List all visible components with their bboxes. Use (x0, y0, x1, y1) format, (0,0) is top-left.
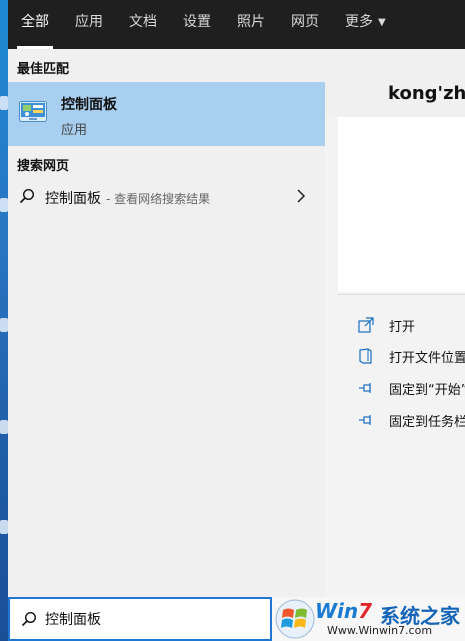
tab-label: 文档 (129, 14, 157, 30)
tab-label: 设置 (183, 14, 211, 30)
watermark-brand-prefix: Win (315, 599, 359, 623)
action-open[interactable]: 打开 (358, 314, 465, 336)
search-icon (19, 188, 35, 204)
desktop-background-strip (0, 0, 8, 641)
tab-web[interactable]: 网页 (278, 0, 332, 49)
action-label: 固定到任务栏 (389, 415, 465, 430)
pin-icon (359, 415, 371, 425)
file-location-icon (359, 348, 372, 364)
action-label: 固定到“开始”屏幕 (389, 383, 465, 398)
search-input[interactable] (45, 607, 245, 631)
chevron-right-icon (297, 189, 306, 203)
action-open-file-location[interactable]: 打开文件位置 (358, 345, 465, 367)
search-icon (21, 611, 37, 627)
tab-photos[interactable]: 照片 (224, 0, 278, 49)
best-match-subtitle: 应用 (61, 123, 88, 138)
preview-header: kong'zhi (325, 49, 465, 117)
web-search-result[interactable]: 控制面板 - 查看网络搜索结果 (8, 183, 325, 211)
open-icon (358, 317, 374, 333)
action-label: 打开文件位置 (389, 351, 465, 366)
tab-settings[interactable]: 设置 (170, 0, 224, 49)
preview-pane: kong'zhi 打开 打开文件位置 固定到“开始”屏幕 固定到任务栏 (325, 49, 465, 597)
preview-icon-area (338, 117, 465, 292)
web-search-heading: 搜索网页 (17, 159, 70, 174)
tab-all[interactable]: 全部 (8, 0, 62, 49)
web-result-query: 控制面板 (45, 191, 101, 207)
watermark: Win7 系统之家 Www.Winwin7.com (272, 597, 465, 641)
tab-label: 网页 (291, 14, 319, 30)
watermark-brand-seven: 7 (358, 599, 373, 623)
best-match-heading: 最佳匹配 (17, 62, 70, 77)
tab-label: 全部 (21, 14, 49, 30)
desktop-icon[interactable] (0, 318, 8, 332)
desktop-icon[interactable] (0, 96, 8, 110)
tab-label: 照片 (237, 14, 265, 30)
search-category-bar: 全部 应用 文档 设置 照片 网页 更多 ▼ (8, 0, 465, 49)
desktop-icon[interactable] (0, 198, 8, 212)
action-label: 打开 (389, 320, 416, 335)
action-pin-to-taskbar[interactable]: 固定到任务栏 (358, 409, 465, 431)
pin-icon (359, 383, 371, 393)
tab-label: 应用 (75, 14, 103, 30)
tab-label: 更多 (345, 14, 373, 30)
preview-title: kong'zhi (388, 83, 465, 104)
taskbar-search-box[interactable] (8, 597, 272, 641)
desktop-icon[interactable] (0, 520, 8, 534)
desktop-icon[interactable] (0, 420, 8, 434)
windows-logo-icon (275, 599, 315, 639)
watermark-url: Www.Winwin7.com (327, 624, 433, 637)
action-pin-to-start[interactable]: 固定到“开始”屏幕 (358, 377, 465, 399)
control-panel-icon (19, 101, 47, 122)
tab-apps[interactable]: 应用 (62, 0, 116, 49)
best-match-item[interactable]: 控制面板 应用 (8, 82, 325, 146)
tab-more[interactable]: 更多 ▼ (332, 0, 399, 49)
watermark-brand: Win7 (315, 599, 372, 623)
web-result-hint: - 查看网络搜索结果 (106, 192, 211, 206)
results-pane: 最佳匹配 控制面板 应用 搜索网页 控制面板 - 查看网络搜索结果 (8, 49, 325, 597)
divider (338, 294, 465, 295)
tab-documents[interactable]: 文档 (116, 0, 170, 49)
best-match-title: 控制面板 (61, 97, 117, 113)
caret-down-icon: ▼ (378, 17, 386, 28)
